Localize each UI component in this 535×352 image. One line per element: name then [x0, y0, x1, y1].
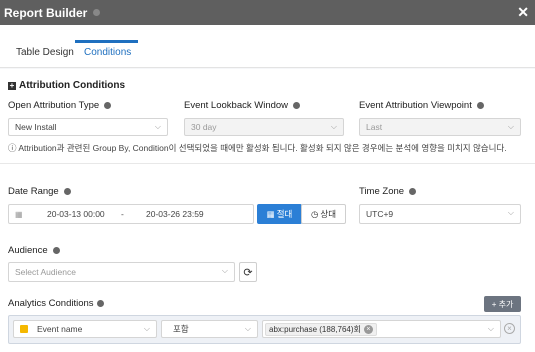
attribution-title-text: Attribution Conditions — [19, 80, 126, 91]
event-attribution-viewpoint-text: Event Attribution Viewpoint — [359, 100, 472, 111]
add-condition-button[interactable]: + 추가 — [484, 296, 521, 312]
info-icon — [104, 102, 112, 109]
chevron-down-icon: ⌵ — [507, 208, 514, 217]
clock-icon: ◷ — [310, 208, 319, 219]
time-zone-select[interactable]: UTC+9 ⌵ — [359, 204, 521, 224]
event-lookback-window-label: Event Lookback Window — [184, 100, 301, 111]
event-lookback-window-select[interactable]: 30 day ⌵ — [184, 118, 344, 136]
open-attribution-type-label: Open Attribution Type — [8, 100, 112, 111]
condition-field-select[interactable]: Event name ⌵ — [13, 320, 157, 338]
event-attribution-viewpoint-value: Last — [366, 122, 383, 132]
event-lookback-window-text: Event Lookback Window — [184, 100, 289, 111]
condition-value-tag-text: abx:purchase (188,764)회 — [269, 324, 361, 334]
info-icon — [409, 188, 417, 195]
window-title: Report Builder — [4, 5, 88, 20]
refresh-button[interactable]: ⟳ — [239, 262, 257, 282]
close-icon[interactable]: ✕ — [517, 4, 529, 20]
audience-select[interactable]: Select Audience ⌵ — [8, 262, 235, 282]
tag-remove-icon[interactable]: × — [363, 324, 373, 334]
tab-table-design[interactable]: Table Design — [16, 47, 74, 58]
absolute-date-button[interactable]: ▦ 절대 — [257, 204, 302, 224]
tab-conditions[interactable]: Conditions — [84, 47, 131, 58]
date-range-input[interactable]: ▦ 20-03-13 00:00 - 20-03-26 23:59 — [8, 204, 254, 224]
date-range-text: Date Range — [8, 186, 59, 197]
open-attribution-type-select[interactable]: New Install ⌵ — [8, 118, 168, 136]
chevron-down-icon: ⌵ — [154, 122, 161, 131]
date-range-separator: - — [121, 209, 124, 219]
calendar-icon: ▦ — [266, 208, 275, 219]
info-icon — [476, 102, 484, 109]
relative-date-label: 상대 — [320, 209, 337, 219]
calendar-icon: ▦ — [15, 209, 23, 219]
audience-placeholder: Select Audience — [15, 267, 76, 277]
collapse-icon[interactable]: + — [8, 81, 16, 90]
info-icon — [63, 188, 71, 195]
attribution-note: ⓘ Attribution과 관련된 Group By, Condition이 … — [8, 143, 507, 153]
event-lookback-window-value: 30 day — [191, 122, 217, 132]
open-attribution-type-value: New Install — [15, 122, 57, 132]
title-bar: Report Builder ✕ — [0, 0, 535, 25]
chevron-down-icon: ⌵ — [244, 324, 251, 333]
analytics-conditions-text: Analytics Conditions — [8, 298, 94, 309]
date-range-end: 20-03-26 23:59 — [146, 209, 204, 219]
event-icon — [20, 325, 28, 333]
section-divider — [0, 163, 535, 164]
audience-label: Audience — [8, 245, 60, 256]
time-zone-value: UTC+9 — [366, 209, 394, 219]
remove-condition-icon[interactable]: × — [504, 323, 515, 334]
chevron-down-icon: ⌵ — [507, 122, 514, 131]
time-zone-text: Time Zone — [359, 186, 405, 197]
condition-operator-value: 포함 — [173, 324, 189, 334]
chevron-down-icon: ⌵ — [143, 324, 150, 333]
condition-field-value: Event name — [37, 324, 83, 334]
condition-operator-select[interactable]: 포함 ⌵ — [161, 320, 258, 338]
chevron-down-icon: ⌵ — [221, 266, 228, 275]
time-zone-label: Time Zone — [359, 186, 417, 197]
event-attribution-viewpoint-select[interactable]: Last ⌵ — [359, 118, 521, 136]
absolute-date-label: 절대 — [276, 209, 293, 219]
tab-bar: Table Design Conditions — [0, 25, 535, 68]
chevron-down-icon: ⌵ — [330, 122, 337, 131]
attribution-section-title[interactable]: + Attribution Conditions — [8, 80, 125, 91]
active-tab-indicator — [75, 40, 138, 43]
audience-text: Audience — [8, 245, 48, 256]
chevron-down-icon: ⌵ — [487, 324, 494, 333]
event-attribution-viewpoint-label: Event Attribution Viewpoint — [359, 100, 484, 111]
date-range-start: 20-03-13 00:00 — [47, 209, 105, 219]
info-icon — [293, 102, 301, 109]
info-icon — [96, 300, 104, 307]
date-range-label: Date Range — [8, 186, 71, 197]
relative-date-button[interactable]: ◷ 상대 — [301, 204, 346, 224]
refresh-icon: ⟳ — [243, 266, 253, 279]
condition-value-select[interactable]: abx:purchase (188,764)회 × ⌵ — [262, 320, 501, 338]
info-icon — [52, 247, 60, 254]
open-attribution-type-text: Open Attribution Type — [8, 100, 100, 111]
analytics-conditions-label: Analytics Conditions — [8, 298, 104, 309]
condition-value-tag: abx:purchase (188,764)회 × — [265, 322, 377, 336]
title-status-dot — [93, 9, 101, 16]
